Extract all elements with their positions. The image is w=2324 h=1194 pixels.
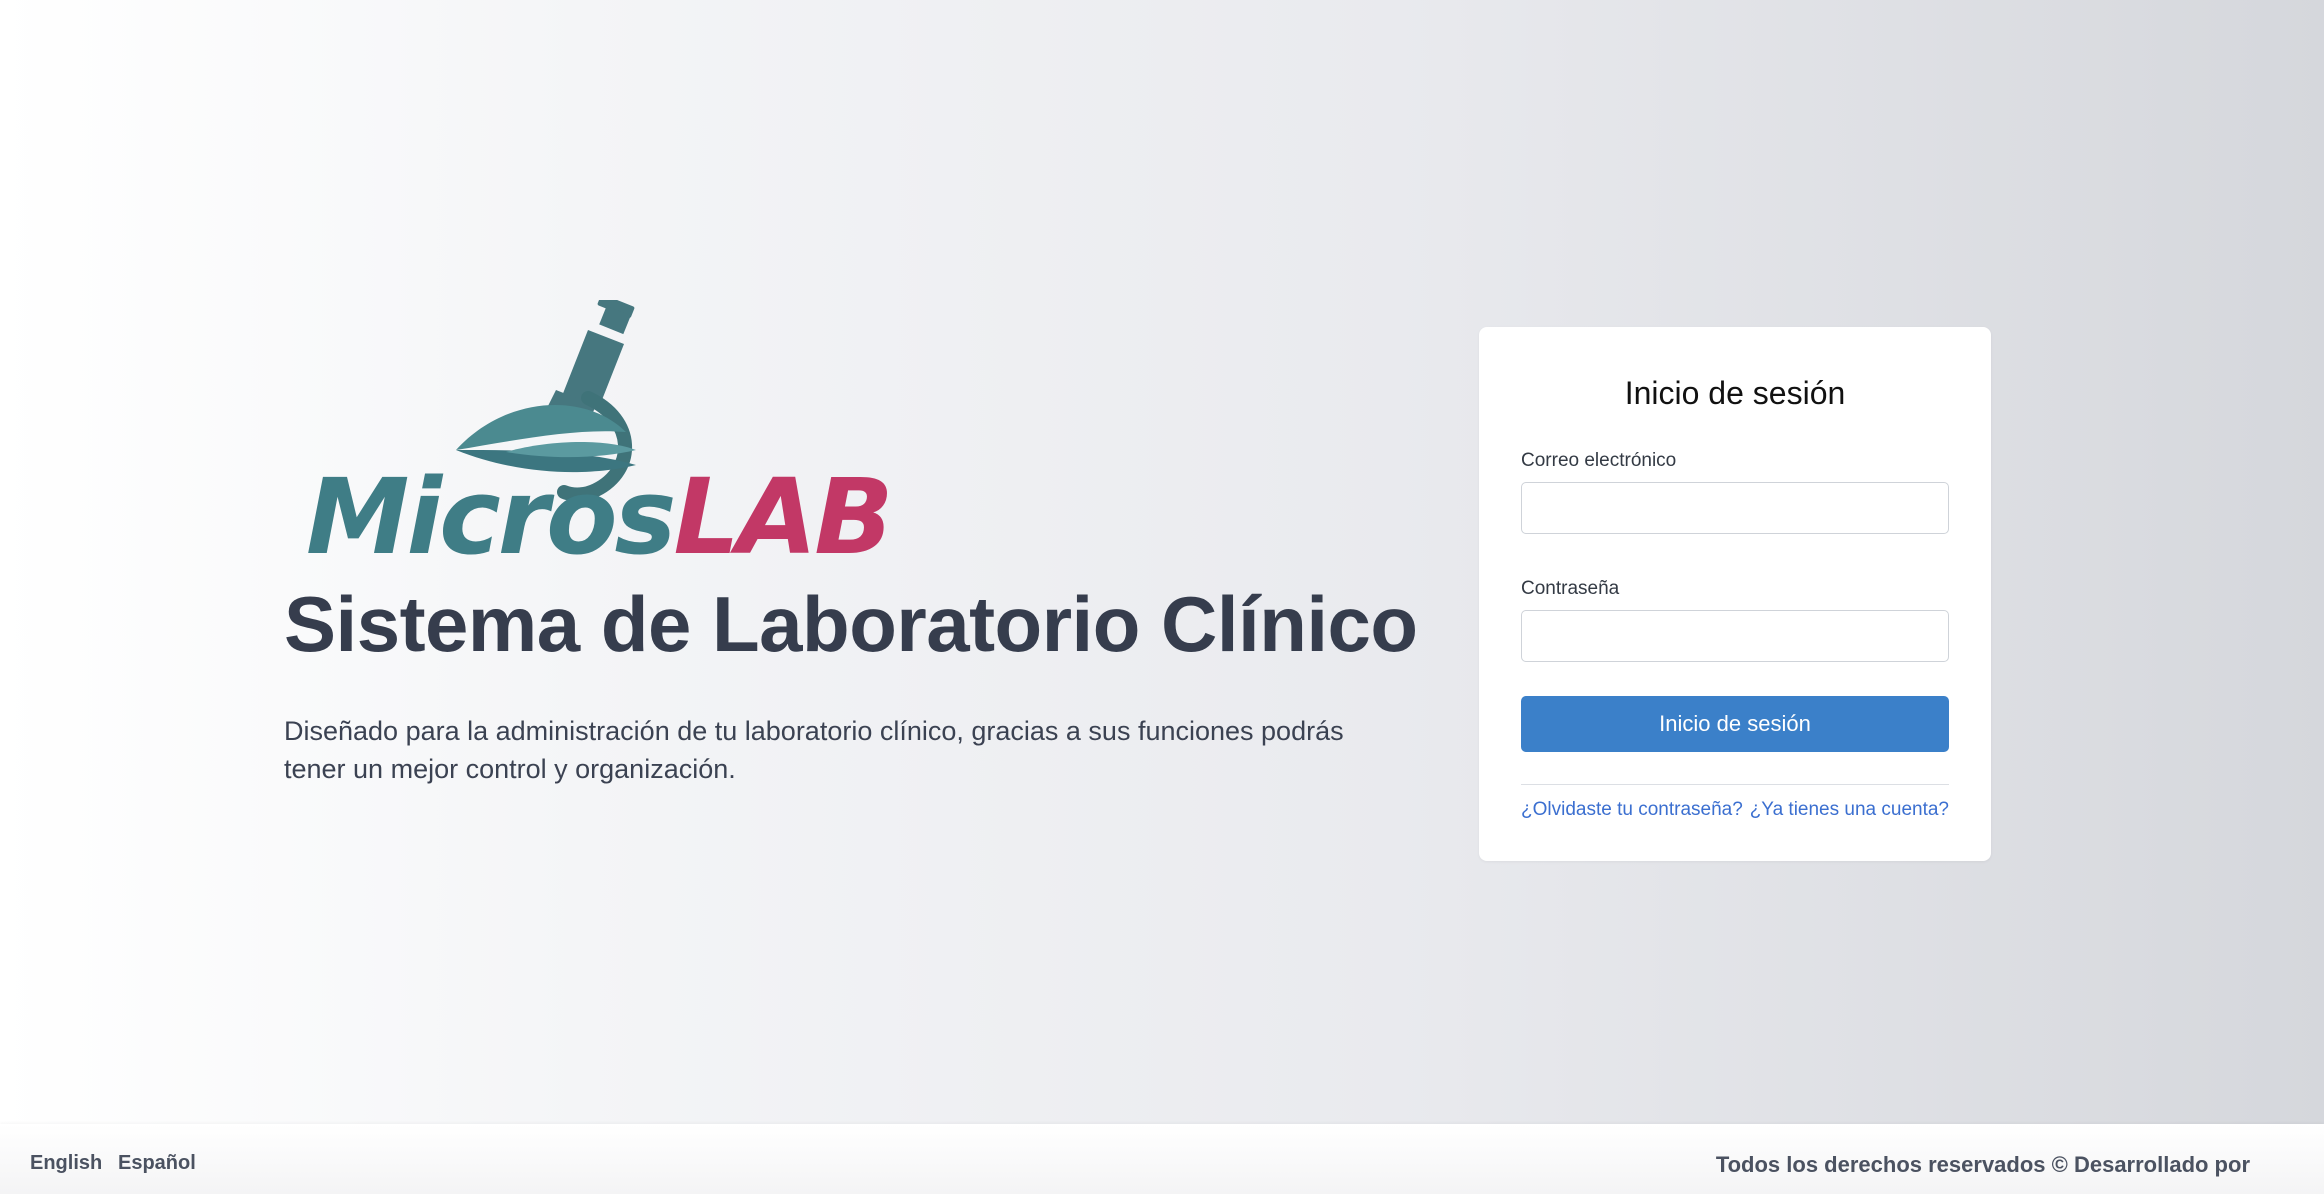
language-english-link[interactable]: English [30, 1152, 102, 1175]
email-field[interactable] [1521, 482, 1949, 534]
hero-section: MicrosLAB Sistema de Laboratorio Clínico… [284, 300, 1444, 815]
footer: English Español Todos los derechos reser… [0, 1124, 2324, 1194]
page-subtitle: Diseñado para la administración de tu la… [284, 715, 1344, 784]
forgot-password-link[interactable]: ¿Olvidaste tu contraseña? [1521, 799, 1743, 821]
logo-lab-text: LAB [673, 456, 893, 578]
language-spanish-link[interactable]: Español [118, 1152, 196, 1175]
login-title: Inicio de sesión [1624, 375, 1846, 411]
copyright-text: Todos los derechos reservados © Desarrol… [1715, 1152, 2250, 1177]
divider [1521, 784, 1949, 785]
login-button[interactable]: Inicio de sesión [1521, 696, 1949, 752]
login-card: Inicio de sesión Correo electrónico Cont… [1479, 327, 1991, 861]
login-page: MicrosLAB Sistema de Laboratorio Clínico… [0, 0, 2324, 1194]
login-links: ¿Olvidaste tu contraseña? ¿Ya tienes una… [1521, 799, 1949, 821]
page-title: Sistema de Laboratorio Clínico [284, 580, 1418, 668]
logo-micros-text: Micros [306, 456, 676, 578]
have-account-link[interactable]: ¿Ya tienes una cuenta? [1750, 799, 1949, 821]
email-label: Correo electrónico [1521, 450, 1677, 471]
password-label: Contraseña [1521, 578, 1620, 599]
logo-wordmark: MicrosLAB [306, 465, 893, 569]
password-field[interactable] [1521, 610, 1949, 662]
micros-lab-logo: MicrosLAB [306, 300, 893, 570]
